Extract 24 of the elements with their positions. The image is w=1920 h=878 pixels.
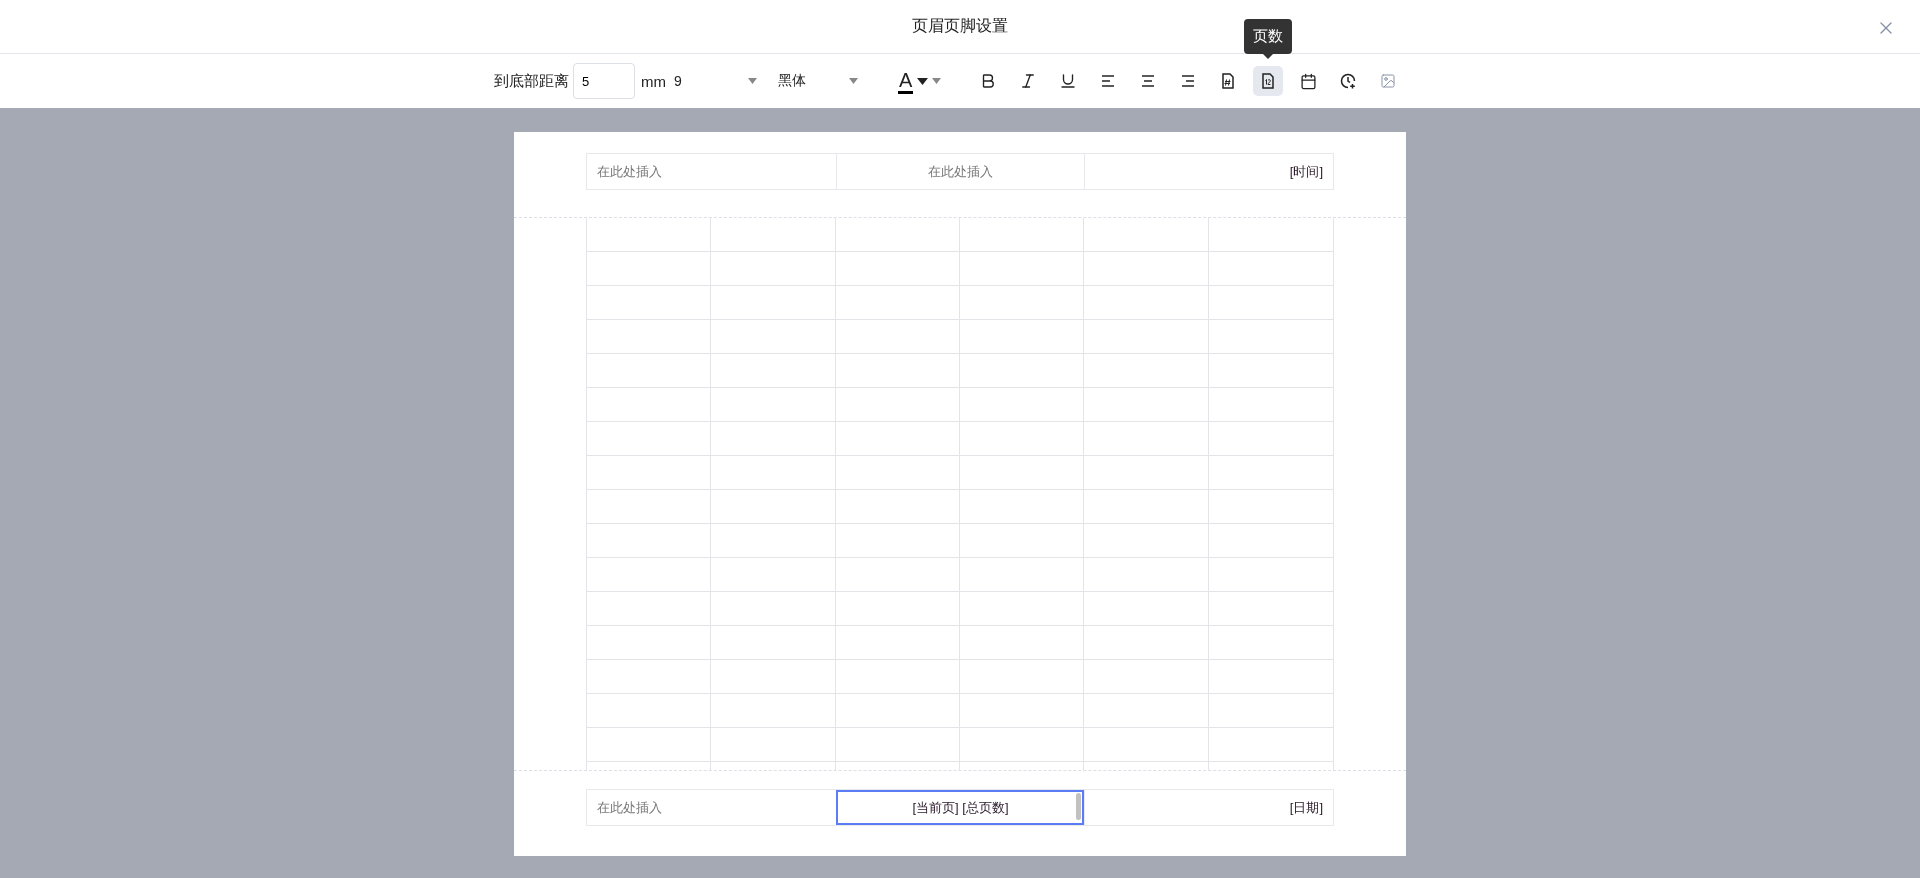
text-cell[interactable]: 在此处插入 <box>587 790 836 825</box>
font-color-button[interactable]: A <box>898 63 942 99</box>
text-cell[interactable]: [时间] <box>1084 154 1333 189</box>
caret-icon <box>917 77 929 85</box>
scrollbar-thumb[interactable] <box>1076 793 1082 820</box>
font-family-select[interactable]: 黑体 <box>778 66 858 96</box>
text-cell[interactable]: 在此处插入 <box>587 154 836 189</box>
underline-icon <box>1059 72 1078 90</box>
distance-field[interactable]: 5 <box>573 63 635 99</box>
text-cell[interactable]: 在此处插入 <box>835 154 1085 189</box>
unit-label: mm <box>641 72 666 90</box>
text-cell[interactable]: [日期] <box>1084 790 1333 825</box>
calendar-icon <box>1299 72 1317 90</box>
tooltip-arrow <box>1263 54 1274 59</box>
dialog-title: 页眉页脚设置 <box>912 16 1008 36</box>
distance-label: 到底部距离 <box>494 71 569 91</box>
font-size-select[interactable]: 9 <box>674 66 757 96</box>
caret-icon <box>932 78 942 84</box>
caret-icon <box>748 78 757 84</box>
tooltip: 页数 <box>1244 19 1293 54</box>
clock-plus-icon <box>1339 72 1358 90</box>
text-cell[interactable]: [当前页] [总页数] <box>835 790 1085 825</box>
caret-icon <box>849 78 858 84</box>
image-icon <box>1380 73 1397 89</box>
